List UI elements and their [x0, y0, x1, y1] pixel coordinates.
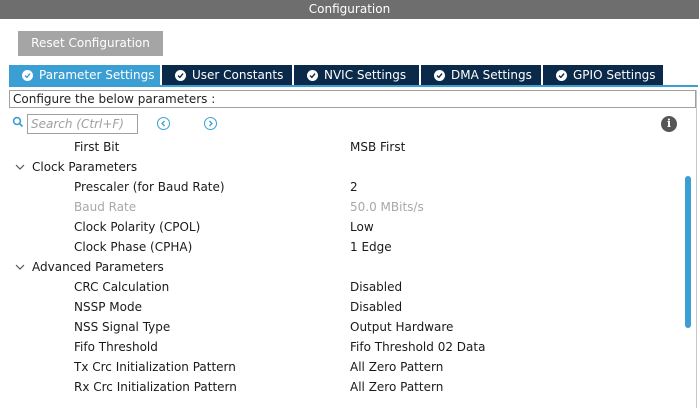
reset-configuration-button[interactable]: Reset Configuration — [18, 31, 163, 56]
param-row-clock-polarity[interactable]: Clock Polarity (CPOL) Low — [0, 218, 680, 238]
tab-dma-settings[interactable]: DMA Settings — [421, 65, 541, 85]
param-row-nssp-mode[interactable]: NSSP Mode Disabled — [0, 298, 680, 318]
param-label: Fifo Threshold — [74, 340, 158, 354]
param-value[interactable]: Output Hardware — [350, 320, 453, 334]
param-row-prescaler[interactable]: Prescaler (for Baud Rate) 2 — [0, 178, 680, 198]
search-input[interactable]: Search (Ctrl+F) — [27, 114, 138, 134]
param-label: Clock Phase (CPHA) — [74, 240, 193, 254]
param-value[interactable]: Disabled — [350, 300, 402, 314]
param-row-clock-phase[interactable]: Clock Phase (CPHA) 1 Edge — [0, 238, 680, 258]
panel-border — [696, 90, 697, 408]
param-row-fifo-threshold[interactable]: Fifo Threshold Fifo Threshold 02 Data — [0, 338, 680, 358]
tab-nvic-settings[interactable]: NVIC Settings — [294, 65, 419, 85]
check-circle-icon — [22, 69, 33, 81]
tab-underline — [9, 85, 698, 87]
previous-match-button[interactable] — [157, 117, 170, 130]
param-label: Clock Polarity (CPOL) — [74, 220, 201, 234]
param-label: NSSP Mode — [74, 300, 142, 314]
check-circle-icon — [434, 69, 445, 81]
tab-label: User Constants — [192, 68, 284, 82]
group-label: Clock Parameters — [32, 160, 138, 174]
param-value[interactable]: Fifo Threshold 02 Data — [350, 340, 485, 354]
param-value[interactable]: MSB First — [350, 140, 405, 154]
param-label: NSS Signal Type — [74, 320, 171, 334]
param-row-baud-rate: Baud Rate 50.0 MBits/s — [0, 198, 680, 218]
scrollbar-thumb[interactable] — [685, 176, 691, 328]
window-title: Configuration — [308, 2, 391, 16]
param-label: Prescaler (for Baud Rate) — [74, 180, 225, 194]
check-circle-icon — [175, 69, 186, 81]
chevron-down-icon[interactable] — [15, 164, 25, 170]
param-label: Rx Crc Initialization Pattern — [74, 380, 237, 394]
next-match-button[interactable] — [204, 117, 217, 130]
param-value[interactable]: Low — [350, 220, 374, 234]
window-title-bar: Configuration — [0, 0, 699, 19]
tab-label: Parameter Settings — [39, 68, 155, 82]
param-value[interactable]: Disabled — [350, 280, 402, 294]
param-value[interactable]: All Zero Pattern — [350, 380, 443, 394]
param-row-first-bit[interactable]: First Bit MSB First — [0, 138, 680, 158]
param-row-tx-crc-pattern[interactable]: Tx Crc Initialization Pattern All Zero P… — [0, 358, 680, 378]
param-row-crc-calculation[interactable]: CRC Calculation Disabled — [0, 278, 680, 298]
tab-label: DMA Settings — [451, 68, 532, 82]
description-text: Configure the below parameters : — [9, 90, 696, 108]
tab-gpio-settings[interactable]: GPIO Settings — [543, 65, 663, 85]
check-circle-icon — [556, 69, 567, 81]
param-value[interactable]: 1 Edge — [350, 240, 392, 254]
param-label: First Bit — [74, 140, 120, 154]
param-label: Tx Crc Initialization Pattern — [74, 360, 236, 374]
tab-label: GPIO Settings — [573, 68, 656, 82]
chevron-right-icon — [208, 120, 213, 127]
group-clock-parameters[interactable]: Clock Parameters — [0, 158, 680, 178]
param-value: 50.0 MBits/s — [350, 200, 424, 214]
param-value[interactable]: 2 — [350, 180, 358, 194]
group-label: Advanced Parameters — [32, 260, 164, 274]
param-value[interactable]: All Zero Pattern — [350, 360, 443, 374]
param-label: CRC Calculation — [74, 280, 170, 294]
tab-bar: Parameter Settings User Constants NVIC S… — [9, 65, 665, 85]
group-advanced-parameters[interactable]: Advanced Parameters — [0, 258, 680, 278]
param-row-nss-signal-type[interactable]: NSS Signal Type Output Hardware — [0, 318, 680, 338]
param-label: Baud Rate — [74, 200, 137, 214]
tab-label: NVIC Settings — [324, 68, 407, 82]
tab-parameter-settings[interactable]: Parameter Settings — [9, 65, 160, 85]
chevron-down-icon[interactable] — [15, 264, 25, 270]
tab-user-constants[interactable]: User Constants — [162, 65, 292, 85]
check-circle-icon — [307, 69, 318, 81]
chevron-left-icon — [161, 120, 166, 127]
param-row-rx-crc-pattern[interactable]: Rx Crc Initialization Pattern All Zero P… — [0, 378, 680, 398]
search-icon — [12, 116, 24, 128]
info-icon[interactable]: i — [661, 116, 677, 132]
